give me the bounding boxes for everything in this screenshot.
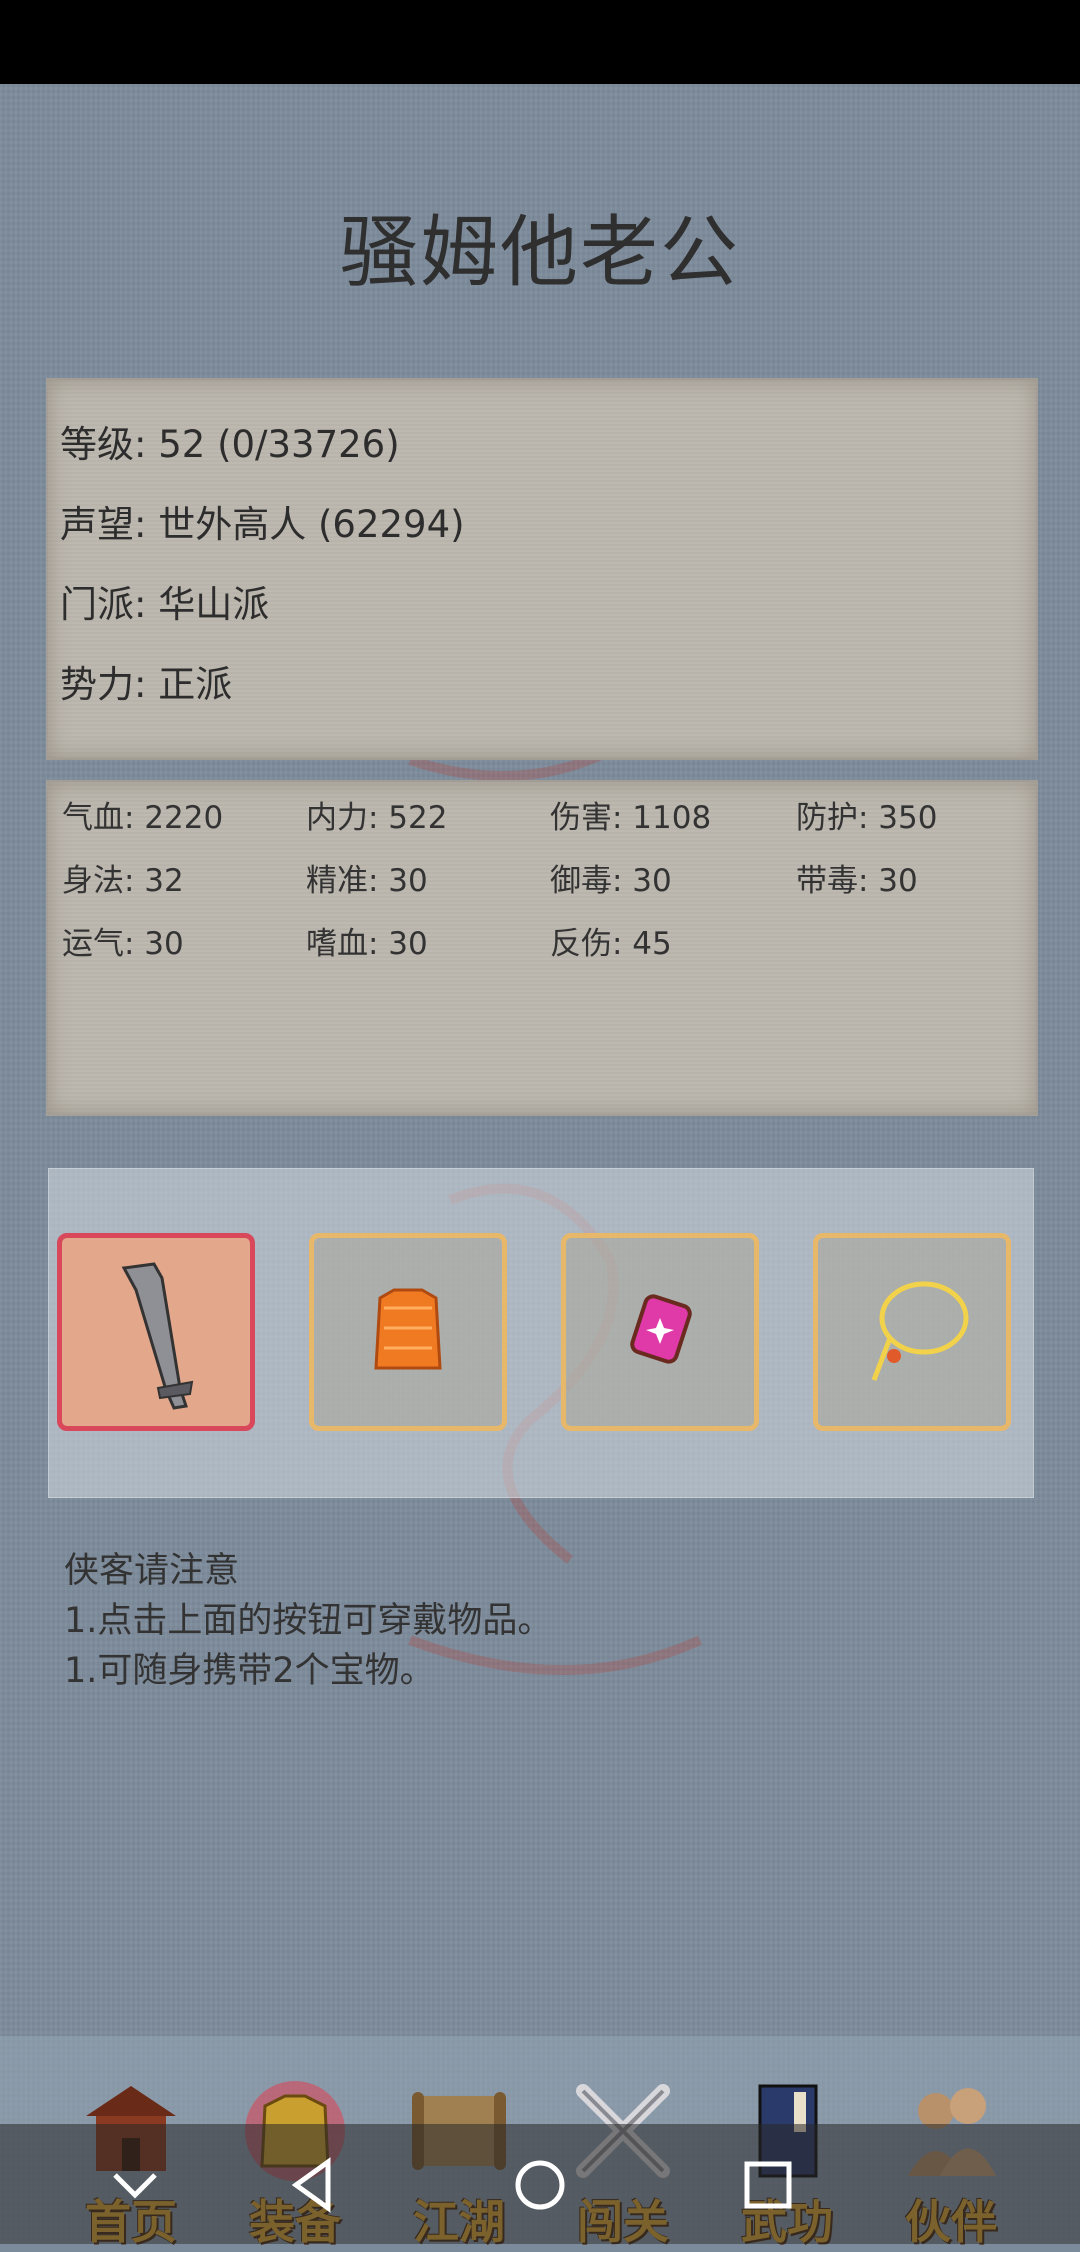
recents-square-icon[interactable] (733, 2150, 803, 2220)
home-circle-icon[interactable] (505, 2150, 575, 2220)
sect-text: 门派: 华山派 (60, 583, 270, 626)
stat-inner-power: 内力: 522 (306, 800, 448, 836)
stat-luck: 运气: 30 (62, 926, 184, 962)
stat-reflect: 反伤: 45 (550, 926, 672, 962)
back-icon[interactable] (278, 2150, 348, 2220)
stat-poison-resist: 御毒: 30 (550, 863, 672, 899)
gem-slot[interactable] (561, 1233, 759, 1431)
notice-line-2: 1.可随身携带2个宝物。 (64, 1651, 435, 1691)
character-name: 骚姆他老公 (339, 208, 740, 298)
faction-text: 势力: 正派 (60, 663, 233, 706)
stat-hp: 气血: 2220 (62, 800, 224, 836)
weapon-slot[interactable] (57, 1233, 255, 1431)
sword-icon (121, 1262, 194, 1410)
stats-panel: 气血: 2220 内力: 522 伤害: 1108 防护: 350 身法: 32… (46, 780, 1038, 1116)
stat-poison: 带毒: 30 (796, 863, 918, 899)
reputation-text: 声望: 世外高人 (62294) (60, 503, 465, 546)
info-panel: 等级: 52 (0/33726) 声望: 世外高人 (62294) 门派: 华山… (46, 378, 1038, 760)
equipment-panel (48, 1168, 1034, 1498)
stat-lifesteal: 嗜血: 30 (306, 926, 428, 962)
gem-icon (630, 1294, 692, 1364)
stat-damage: 伤害: 1108 (550, 800, 712, 836)
necklace-icon (871, 1281, 969, 1381)
chevron-down-icon[interactable] (100, 2150, 170, 2220)
status-bar (0, 0, 1080, 84)
notice-title: 侠客请注意 (64, 1551, 240, 1591)
system-navigation-bar (0, 2124, 1080, 2244)
notice-line-1: 1.点击上面的按钮可穿戴物品。 (64, 1601, 553, 1641)
stat-accuracy: 精准: 30 (306, 863, 428, 899)
armor-icon (374, 1288, 442, 1370)
stat-agility: 身法: 32 (62, 863, 184, 899)
armor-slot[interactable] (309, 1233, 507, 1431)
stat-defense: 防护: 350 (796, 800, 938, 836)
notice-block: 侠客请注意 1.点击上面的按钮可穿戴物品。 1.可随身携带2个宝物。 (64, 1546, 552, 1696)
necklace-slot[interactable] (813, 1233, 1011, 1431)
level-text: 等级: 52 (0/33726) (60, 423, 400, 466)
